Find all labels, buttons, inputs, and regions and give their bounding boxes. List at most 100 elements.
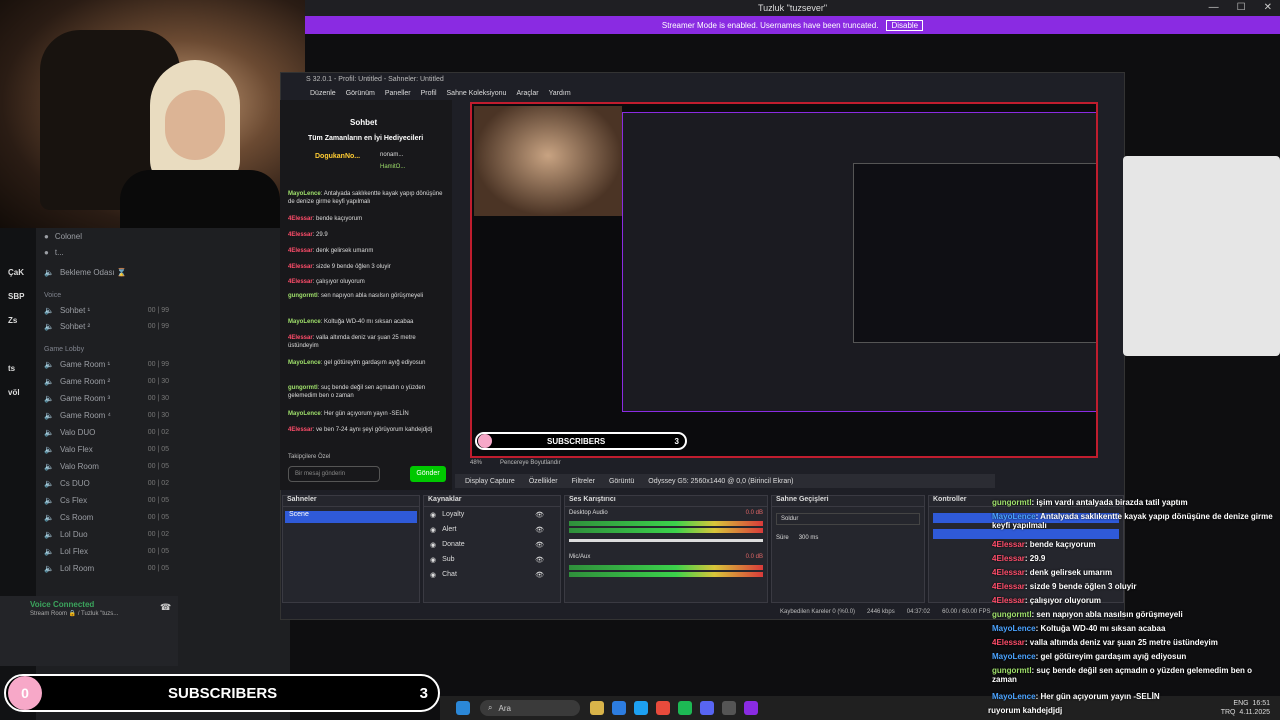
properties-button[interactable]: Özellikler: [529, 478, 558, 485]
scenes-header: Sahneler: [283, 496, 419, 507]
desktop-audio-row: Desktop Audio 0.0 dB: [565, 507, 767, 519]
obs-icon[interactable]: [722, 701, 736, 715]
eye-icon[interactable]: 👁: [535, 541, 544, 549]
chat-username[interactable]: MayoLence: [288, 319, 321, 325]
minimize-icon[interactable]: —: [1209, 2, 1219, 13]
maximize-icon[interactable]: ☐: [1237, 2, 1246, 13]
menu-item[interactable]: Düzenle: [310, 90, 336, 97]
overlay-username: 4Elessar: [992, 568, 1025, 577]
category-game-lobby[interactable]: Game Lobby: [44, 346, 84, 353]
chat-username[interactable]: 4Elessar: [288, 335, 313, 341]
gifter-name[interactable]: HamitO...: [380, 164, 405, 170]
disconnect-icon[interactable]: ☎: [160, 602, 171, 613]
chat-username[interactable]: MayoLence: [288, 411, 321, 417]
close-icon[interactable]: ✕: [1264, 2, 1272, 13]
start-recording-button[interactable]: [933, 529, 1119, 539]
chat-username[interactable]: 4Elessar: [288, 216, 313, 222]
channel-label: Lol Duo: [59, 530, 88, 539]
source-item[interactable]: ◉ Sub 👁: [424, 552, 560, 567]
source-item[interactable]: ◉ Chat 👁: [424, 567, 560, 582]
server-vol[interactable]: völ: [8, 388, 20, 397]
voice-channel[interactable]: 🔈 Sohbet ¹ 00 | 99: [44, 306, 169, 315]
source-item[interactable]: ◉ Loyalty 👁: [424, 507, 560, 522]
eye-icon[interactable]: 👁: [535, 556, 544, 564]
server-cak[interactable]: ÇaK: [8, 268, 24, 277]
voice-user: ● Colonel: [44, 232, 169, 241]
spotify-icon[interactable]: [678, 701, 692, 715]
file-explorer-icon[interactable]: [590, 701, 604, 715]
server-sbp[interactable]: SBP: [8, 292, 24, 301]
game-channel[interactable]: 🔈 Valo Flex 00 | 05: [44, 445, 169, 454]
start-icon[interactable]: [456, 701, 470, 715]
chat-username[interactable]: MayoLence: [288, 191, 321, 197]
chat-username[interactable]: 4Elessar: [288, 264, 313, 270]
chat-username[interactable]: gungormtl: [288, 385, 318, 391]
send-button[interactable]: Gönder: [410, 466, 446, 482]
obs-title: S 32.0.1 - Profil: Untitled - Sahneler: …: [306, 75, 444, 83]
voice-channel[interactable]: 🔈 Sohbet ² 00 | 99: [44, 322, 169, 331]
game-channel[interactable]: 🔈 Valo Room 00 | 05: [44, 462, 169, 471]
channel-waiting-room[interactable]: 🔈 Bekleme Odası ⌛: [44, 268, 169, 277]
eye-icon[interactable]: 👁: [535, 571, 544, 579]
eye-icon[interactable]: 👁: [535, 511, 544, 519]
chat-message: 4Elessar: bende kaçıyorum: [288, 215, 443, 223]
twitch-icon[interactable]: [744, 701, 758, 715]
menu-item[interactable]: Sahne Koleksiyonu: [447, 90, 507, 97]
obs-preview[interactable]: [470, 102, 1098, 458]
zoom-level[interactable]: 48%: [470, 460, 482, 466]
transition-select[interactable]: Soldur: [776, 513, 920, 525]
source-item[interactable]: ◉ Donate 👁: [424, 537, 560, 552]
game-channel[interactable]: 🔈 Cs Room 00 | 05: [44, 513, 169, 522]
mic-label: Mic/Aux: [569, 554, 591, 560]
menu-item[interactable]: Yardım: [549, 90, 571, 97]
chat-username[interactable]: MayoLence: [288, 360, 321, 366]
game-channel[interactable]: 🔈 Cs DUO 00 | 02: [44, 479, 169, 488]
menu-item[interactable]: Paneller: [385, 90, 411, 97]
filters-button[interactable]: Filtreler: [572, 478, 595, 485]
disable-button[interactable]: Disable: [886, 19, 924, 31]
chat-username[interactable]: 4Elessar: [288, 279, 313, 285]
menu-item[interactable]: Araçlar: [516, 90, 538, 97]
desktop-audio-slider[interactable]: [569, 539, 763, 542]
gifter-name[interactable]: DogukanNo...: [315, 153, 360, 160]
overlay-text: : valla altımda deniz var şuan 25 metre …: [1024, 638, 1218, 647]
chat-message-input[interactable]: Bir mesaj gönderin: [288, 466, 380, 482]
channel-label: Cs Flex: [59, 496, 88, 505]
scene-item[interactable]: Scene: [285, 511, 417, 523]
store-icon[interactable]: [634, 701, 648, 715]
chat-username[interactable]: 4Elessar: [288, 232, 313, 238]
game-channel[interactable]: 🔈 Game Room ⁴ 00 | 30: [44, 411, 169, 420]
edge-icon[interactable]: [612, 701, 626, 715]
fit-to-window[interactable]: Pencereye Boyutlandır: [500, 460, 561, 466]
source-label: Donate: [442, 541, 465, 548]
menu-item[interactable]: Profil: [421, 90, 437, 97]
channel-label: Game Room ²: [59, 377, 111, 386]
game-channel[interactable]: 🔈 Cs Flex 00 | 05: [44, 496, 169, 505]
overlay-text: ruyorum kahdejdjdj: [988, 706, 1063, 715]
overlay-text: : çalışıyor oluyorum: [1024, 596, 1101, 605]
game-channel[interactable]: 🔈 Game Room ³ 00 | 30: [44, 394, 169, 403]
game-channel[interactable]: 🔈 Lol Flex 00 | 05: [44, 547, 169, 556]
category-voice[interactable]: Voice: [44, 292, 61, 299]
window-title: Tuzluk "tuzsever": [757, 3, 828, 13]
source-item[interactable]: ◉ Alert 👁: [424, 522, 560, 537]
duration-input[interactable]: 300 ms: [799, 535, 819, 541]
display-select[interactable]: Odyssey G5: 2560x1440 @ 0,0 (Birincil Ek…: [648, 478, 793, 485]
chat-username[interactable]: 4Elessar: [288, 427, 313, 433]
menu-item[interactable]: Görünüm: [346, 90, 375, 97]
taskbar-search[interactable]: ⌕ Ara: [480, 700, 580, 716]
gifter-name[interactable]: nonam...: [380, 152, 403, 158]
discord-icon[interactable]: [700, 701, 714, 715]
server-zs[interactable]: Zs: [8, 316, 17, 325]
chat-username[interactable]: 4Elessar: [288, 248, 313, 254]
chat-username[interactable]: gungormtl: [288, 293, 318, 299]
game-channel[interactable]: 🔈 Valo DUO 00 | 02: [44, 428, 169, 437]
game-channel[interactable]: 🔈 Lol Duo 00 | 02: [44, 530, 169, 539]
game-channel[interactable]: 🔈 Game Room ² 00 | 30: [44, 377, 169, 386]
eye-icon[interactable]: 👁: [535, 526, 544, 534]
chrome-icon[interactable]: [656, 701, 670, 715]
speaker-icon: 🔈: [44, 564, 54, 573]
server-ts[interactable]: ts: [8, 364, 15, 373]
game-channel[interactable]: 🔈 Lol Room 00 | 05: [44, 564, 169, 573]
game-channel[interactable]: 🔈 Game Room ¹ 00 | 99: [44, 360, 169, 369]
